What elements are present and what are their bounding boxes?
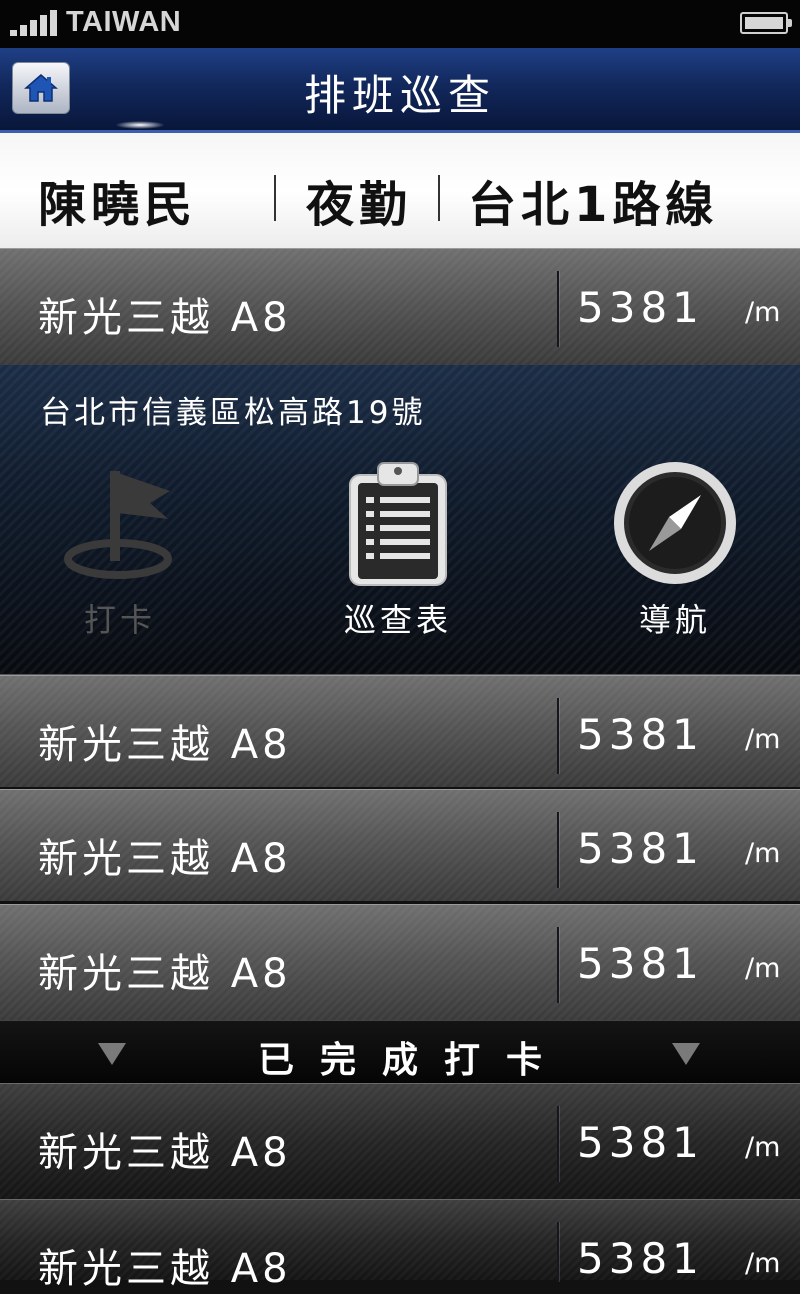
checkpoint-distance: 5381 bbox=[577, 1118, 704, 1167]
checkpoint-distance: 5381 bbox=[577, 1234, 704, 1283]
distance-unit: /m bbox=[745, 1248, 781, 1279]
row-divider bbox=[557, 698, 559, 774]
checkpoint-distance: 5381 bbox=[577, 283, 704, 332]
completed-checkpoint-row[interactable]: 新光三越 A8 5381 /m bbox=[0, 1199, 800, 1292]
checkpoint-name: 新光三越 A8 bbox=[38, 1130, 292, 1176]
checkpoint-name: 新光三越 A8 bbox=[38, 722, 292, 768]
checkin-button[interactable]: 打卡 bbox=[20, 461, 220, 641]
checkin-label: 打卡 bbox=[83, 601, 156, 639]
checkpoint-distance: 5381 bbox=[577, 710, 704, 759]
checkpoint-row[interactable]: 新光三越 A8 5381 /m bbox=[0, 248, 800, 365]
checkin-flag-icon bbox=[64, 471, 172, 579]
distance-unit: /m bbox=[745, 724, 781, 755]
checkpoint-name: 新光三越 A8 bbox=[38, 951, 292, 997]
checkpoint-address: 台北市信義區松高路19號 bbox=[40, 395, 426, 431]
row-divider bbox=[557, 812, 559, 888]
compass-icon bbox=[614, 462, 736, 584]
page-title: 排班巡查 bbox=[303, 71, 496, 120]
signal-bars-icon bbox=[10, 10, 60, 36]
checkpoint-name: 新光三越 A8 bbox=[38, 836, 292, 882]
guard-name: 陳曉民 bbox=[38, 177, 198, 233]
status-bar: TAIWAN bbox=[0, 0, 800, 48]
route-label: 台北1路線 bbox=[468, 177, 719, 233]
navigation-label: 導航 bbox=[638, 601, 711, 639]
row-divider bbox=[557, 927, 559, 1003]
title-bar: 排班巡查 bbox=[0, 48, 800, 133]
patrol-info-bar: 陳曉民 夜勤 台北1路線 bbox=[0, 133, 800, 248]
checkpoint-row[interactable]: 新光三越 A8 5381 /m bbox=[0, 675, 800, 787]
checkpoint-distance: 5381 bbox=[577, 824, 704, 873]
distance-unit: /m bbox=[745, 1132, 781, 1163]
triangle-down-icon bbox=[672, 1043, 700, 1065]
distance-unit: /m bbox=[745, 953, 781, 984]
completed-section-header[interactable]: 已完成打卡 bbox=[0, 1020, 800, 1084]
carrier-name: TAIWAN bbox=[66, 6, 182, 38]
row-divider bbox=[557, 1222, 559, 1282]
row-divider bbox=[557, 271, 559, 347]
checkpoint-row[interactable]: 新光三越 A8 5381 /m bbox=[0, 904, 800, 1020]
title-glow bbox=[115, 121, 165, 129]
checkpoint-name: 新光三越 A8 bbox=[38, 1246, 292, 1292]
row-divider bbox=[557, 1106, 559, 1182]
distance-unit: /m bbox=[745, 297, 781, 328]
checkpoint-row[interactable]: 新光三越 A8 5381 /m bbox=[0, 789, 800, 901]
completed-checkpoint-row[interactable]: 新光三越 A8 5381 /m bbox=[0, 1083, 800, 1199]
checkpoint-detail-panel: 台北市信義區松高路19號 打卡 巡查表 導航 bbox=[0, 365, 800, 675]
navigation-button[interactable]: 導航 bbox=[575, 461, 775, 641]
inspection-form-button[interactable]: 巡查表 bbox=[298, 461, 498, 641]
checkpoint-distance: 5381 bbox=[577, 939, 704, 988]
info-separator bbox=[438, 175, 440, 221]
battery-full-icon bbox=[740, 12, 792, 34]
info-separator bbox=[274, 175, 276, 221]
clipboard-icon bbox=[349, 462, 447, 586]
distance-unit: /m bbox=[745, 838, 781, 869]
shift-label: 夜勤 bbox=[306, 177, 413, 233]
inspection-form-label: 巡查表 bbox=[343, 601, 452, 639]
checkpoint-name: 新光三越 A8 bbox=[38, 295, 292, 341]
